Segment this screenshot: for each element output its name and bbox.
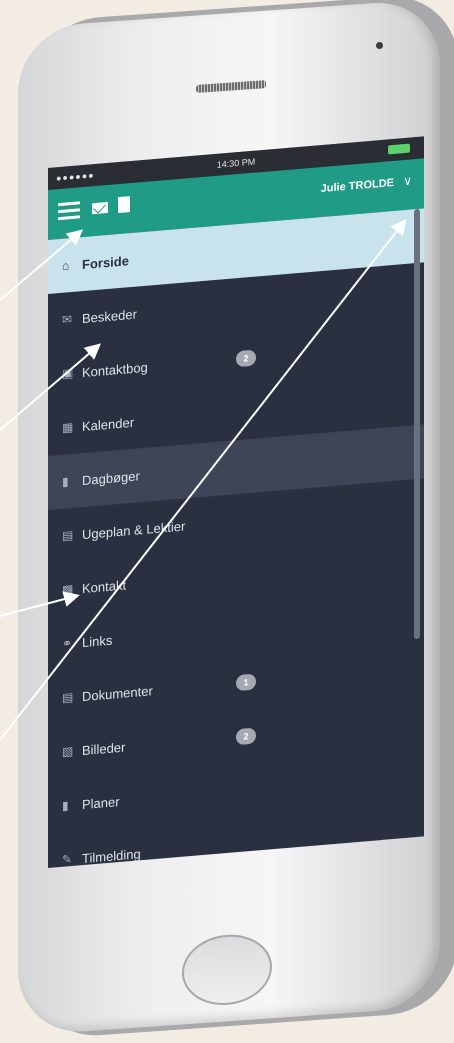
document-icon[interactable]	[118, 196, 130, 214]
count-badge: 2	[236, 727, 256, 746]
calendar-icon: ▦	[62, 419, 74, 435]
chevron-down-icon[interactable]: ∨	[403, 173, 412, 188]
clipboard-icon: ▮	[62, 798, 69, 813]
link-icon: ⚭	[62, 635, 73, 651]
contact-icon: ▩	[62, 581, 74, 597]
menu-item-label: Dagbøger	[82, 467, 140, 488]
menu-item-label: Planer	[82, 793, 120, 812]
battery-icon	[388, 143, 410, 155]
menu-item-label: Ugeplan & Lektier	[82, 517, 186, 542]
home-icon: ⌂	[62, 258, 70, 273]
weekplan-icon: ▤	[62, 527, 74, 543]
menu-item-label: Kontaktbog	[82, 359, 148, 380]
count-badge: 1	[236, 673, 256, 692]
scrollbar[interactable]	[414, 208, 420, 640]
image-icon: ▧	[62, 743, 74, 759]
front-camera	[376, 42, 383, 49]
diary-icon: ▮	[62, 474, 69, 489]
user-name[interactable]: Julie TROLDE	[321, 177, 394, 195]
phone-screen: ●●●●●● 14:30 PM Julie TROLDE ∨ ⌂ Forside ✉…	[48, 136, 424, 868]
messages-icon[interactable]	[92, 201, 108, 215]
menu-item-label: Kontakt	[82, 576, 127, 596]
menu-item-label: Kalender	[82, 414, 135, 434]
menu-item-label: Billeder	[82, 739, 126, 758]
menu-item-label: Links	[82, 632, 113, 650]
menu-item-label: Dokumenter	[82, 682, 153, 704]
menu-item-label: Beskeder	[82, 306, 137, 326]
hamburger-menu-icon[interactable]	[58, 201, 80, 221]
menu-item-label: Forside	[82, 252, 129, 272]
document-icon: ▤	[62, 689, 74, 705]
count-badge: 2	[236, 349, 256, 368]
mail-icon: ✉	[62, 311, 73, 327]
side-menu: ⌂ Forside ✉ Beskeder ▣ Kontaktbog 2 ▦ Kalender ▮ D…	[48, 208, 424, 868]
contact-book-icon: ▣	[62, 365, 74, 381]
signup-icon: ✎	[62, 851, 73, 867]
